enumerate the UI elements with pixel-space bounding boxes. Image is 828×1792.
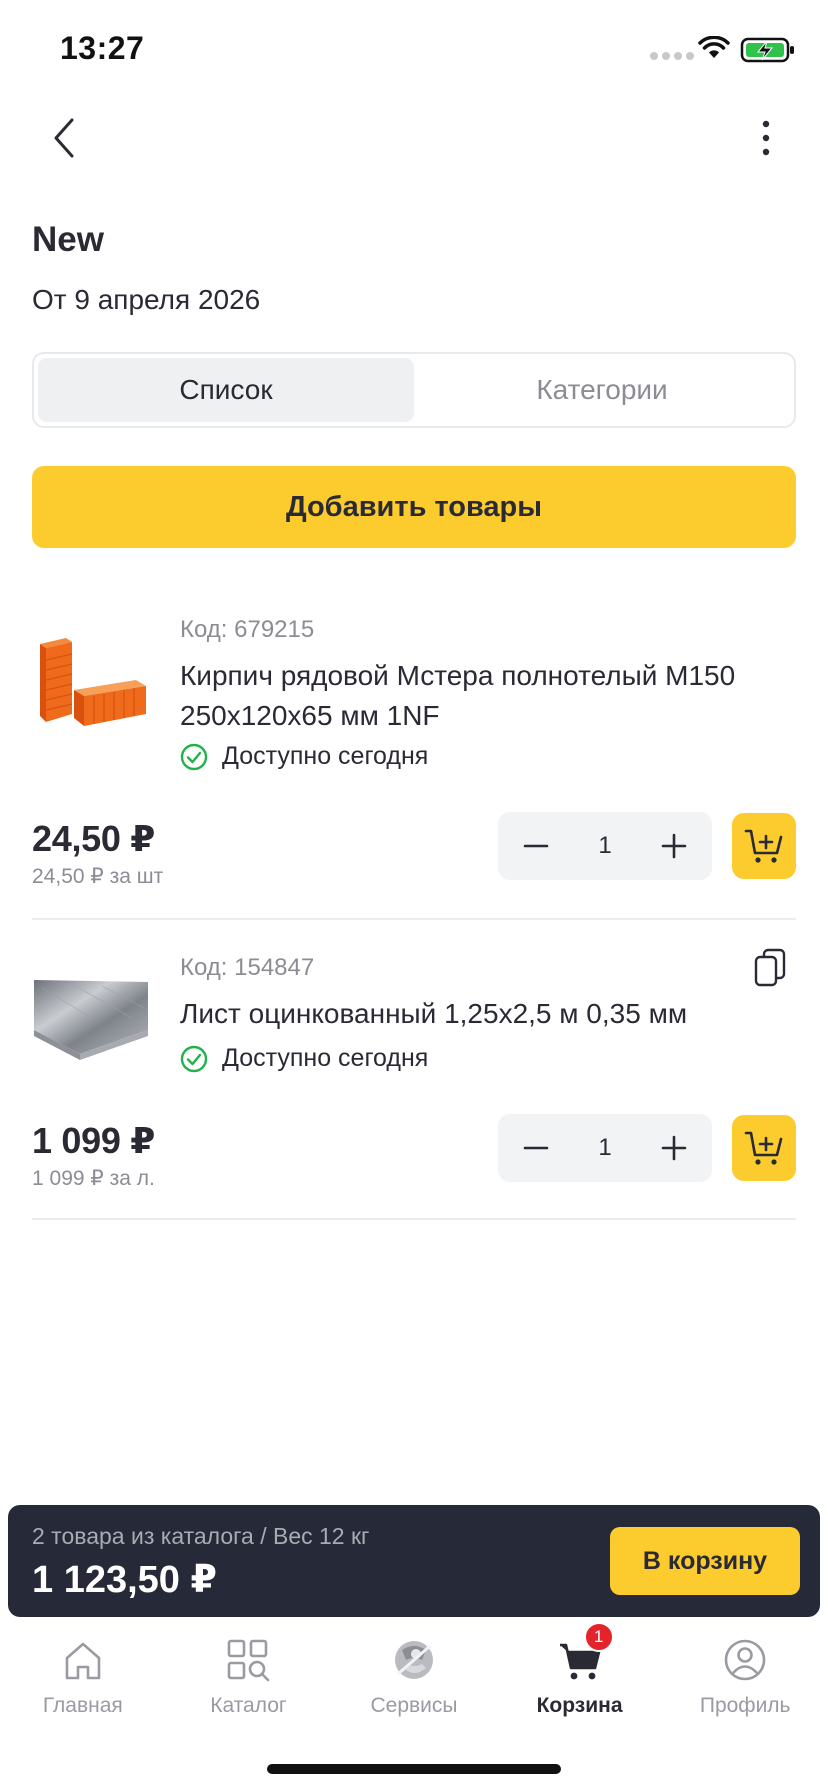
add-to-cart-button[interactable] xyxy=(732,1115,796,1181)
product-code: Код: 154847 xyxy=(180,954,315,981)
check-circle-icon xyxy=(180,1045,208,1072)
summary-info: 2 товара из каталога / Вес 12 кг xyxy=(32,1523,370,1549)
catalog-icon xyxy=(228,1639,270,1682)
chevron-left-icon xyxy=(54,118,74,158)
product-price: 24,50 ₽ xyxy=(32,818,156,859)
tab-profile[interactable]: Профиль xyxy=(662,1630,828,1730)
tab-label: Профиль xyxy=(699,1694,791,1717)
status-time: 13:27 xyxy=(60,30,145,66)
wifi-icon xyxy=(698,36,730,58)
increase-quantity-button[interactable] xyxy=(654,1128,694,1168)
tab-cart[interactable]: 1 Корзина xyxy=(497,1622,663,1730)
product-price: 1 099 ₽ xyxy=(32,1120,156,1161)
home-indicator xyxy=(267,1764,561,1774)
view-segmented-control: Список Категории xyxy=(32,352,796,428)
status-bar: 13:27 xyxy=(0,0,828,100)
metal-sheet-image[interactable] xyxy=(32,958,152,1078)
product-unit-price: 24,50 ₽ за шт xyxy=(32,865,164,888)
cart-badge: 1 xyxy=(583,1622,614,1652)
tab-label: Каталог xyxy=(210,1694,287,1717)
divider xyxy=(32,918,796,920)
increase-quantity-button[interactable] xyxy=(654,826,694,866)
tab-label: Корзина xyxy=(536,1694,623,1717)
page-title: New xyxy=(32,220,104,259)
check-circle-icon xyxy=(180,743,208,770)
availability-status: Доступно сегодня xyxy=(180,1044,428,1073)
decrease-quantity-button[interactable] xyxy=(516,826,556,866)
battery-charging-icon xyxy=(740,37,794,63)
services-icon xyxy=(394,1641,433,1679)
divider xyxy=(32,1218,796,1220)
minus-icon xyxy=(523,1146,549,1150)
copy-icon xyxy=(754,948,786,987)
brick-image[interactable] xyxy=(32,618,152,738)
back-button[interactable] xyxy=(40,112,88,164)
quantity-stepper: 1 xyxy=(498,812,712,880)
quantity-value[interactable]: 1 xyxy=(598,1134,611,1162)
segment-categories[interactable]: Категории xyxy=(414,358,790,422)
profile-icon xyxy=(724,1639,766,1681)
more-vertical-icon xyxy=(762,120,770,156)
add-goods-button[interactable]: Добавить товары xyxy=(32,466,796,548)
availability-text: Доступно сегодня xyxy=(222,742,429,770)
more-menu-button[interactable] xyxy=(746,112,786,164)
product-name[interactable]: Лист оцинкованный 1,25х2,5 м 0,35 мм xyxy=(180,994,780,1034)
tab-home[interactable]: Главная xyxy=(0,1630,166,1730)
product-unit-price: 1 099 ₽ за л. xyxy=(32,1167,155,1190)
plus-icon xyxy=(661,833,687,859)
product-name[interactable]: Кирпич рядовой Мстера полнотелый М150 25… xyxy=(180,656,780,736)
minus-icon xyxy=(523,844,549,848)
add-to-cart-button[interactable] xyxy=(732,813,796,879)
cart-summary-bar: 2 товара из каталога / Вес 12 кг 1 123,5… xyxy=(8,1505,820,1617)
availability-status: Доступно сегодня xyxy=(180,742,428,771)
availability-text: Доступно сегодня xyxy=(222,1044,429,1072)
cart-plus-icon xyxy=(744,829,783,863)
tab-label: Сервисы xyxy=(370,1694,458,1717)
cellular-signal-icon xyxy=(650,52,694,60)
page-date: От 9 апреля 2026 xyxy=(32,284,261,315)
quantity-stepper: 1 xyxy=(498,1114,712,1182)
decrease-quantity-button[interactable] xyxy=(516,1128,556,1168)
tab-bar: Главная Каталог Сервисы 1 Корзина Профил… xyxy=(0,1622,828,1730)
summary-total: 1 123,50 ₽ xyxy=(32,1559,217,1601)
go-to-cart-button[interactable]: В корзину xyxy=(610,1527,800,1595)
home-icon xyxy=(65,1642,101,1680)
segment-list[interactable]: Список xyxy=(38,358,414,422)
tab-catalog[interactable]: Каталог xyxy=(166,1630,332,1730)
copy-button[interactable] xyxy=(748,944,792,992)
plus-icon xyxy=(661,1135,687,1161)
tab-label: Главная xyxy=(42,1694,123,1717)
quantity-value[interactable]: 1 xyxy=(598,832,611,860)
tab-services[interactable]: Сервисы xyxy=(331,1630,497,1730)
product-code: Код: 679215 xyxy=(180,616,315,643)
cart-plus-icon xyxy=(744,1131,783,1165)
